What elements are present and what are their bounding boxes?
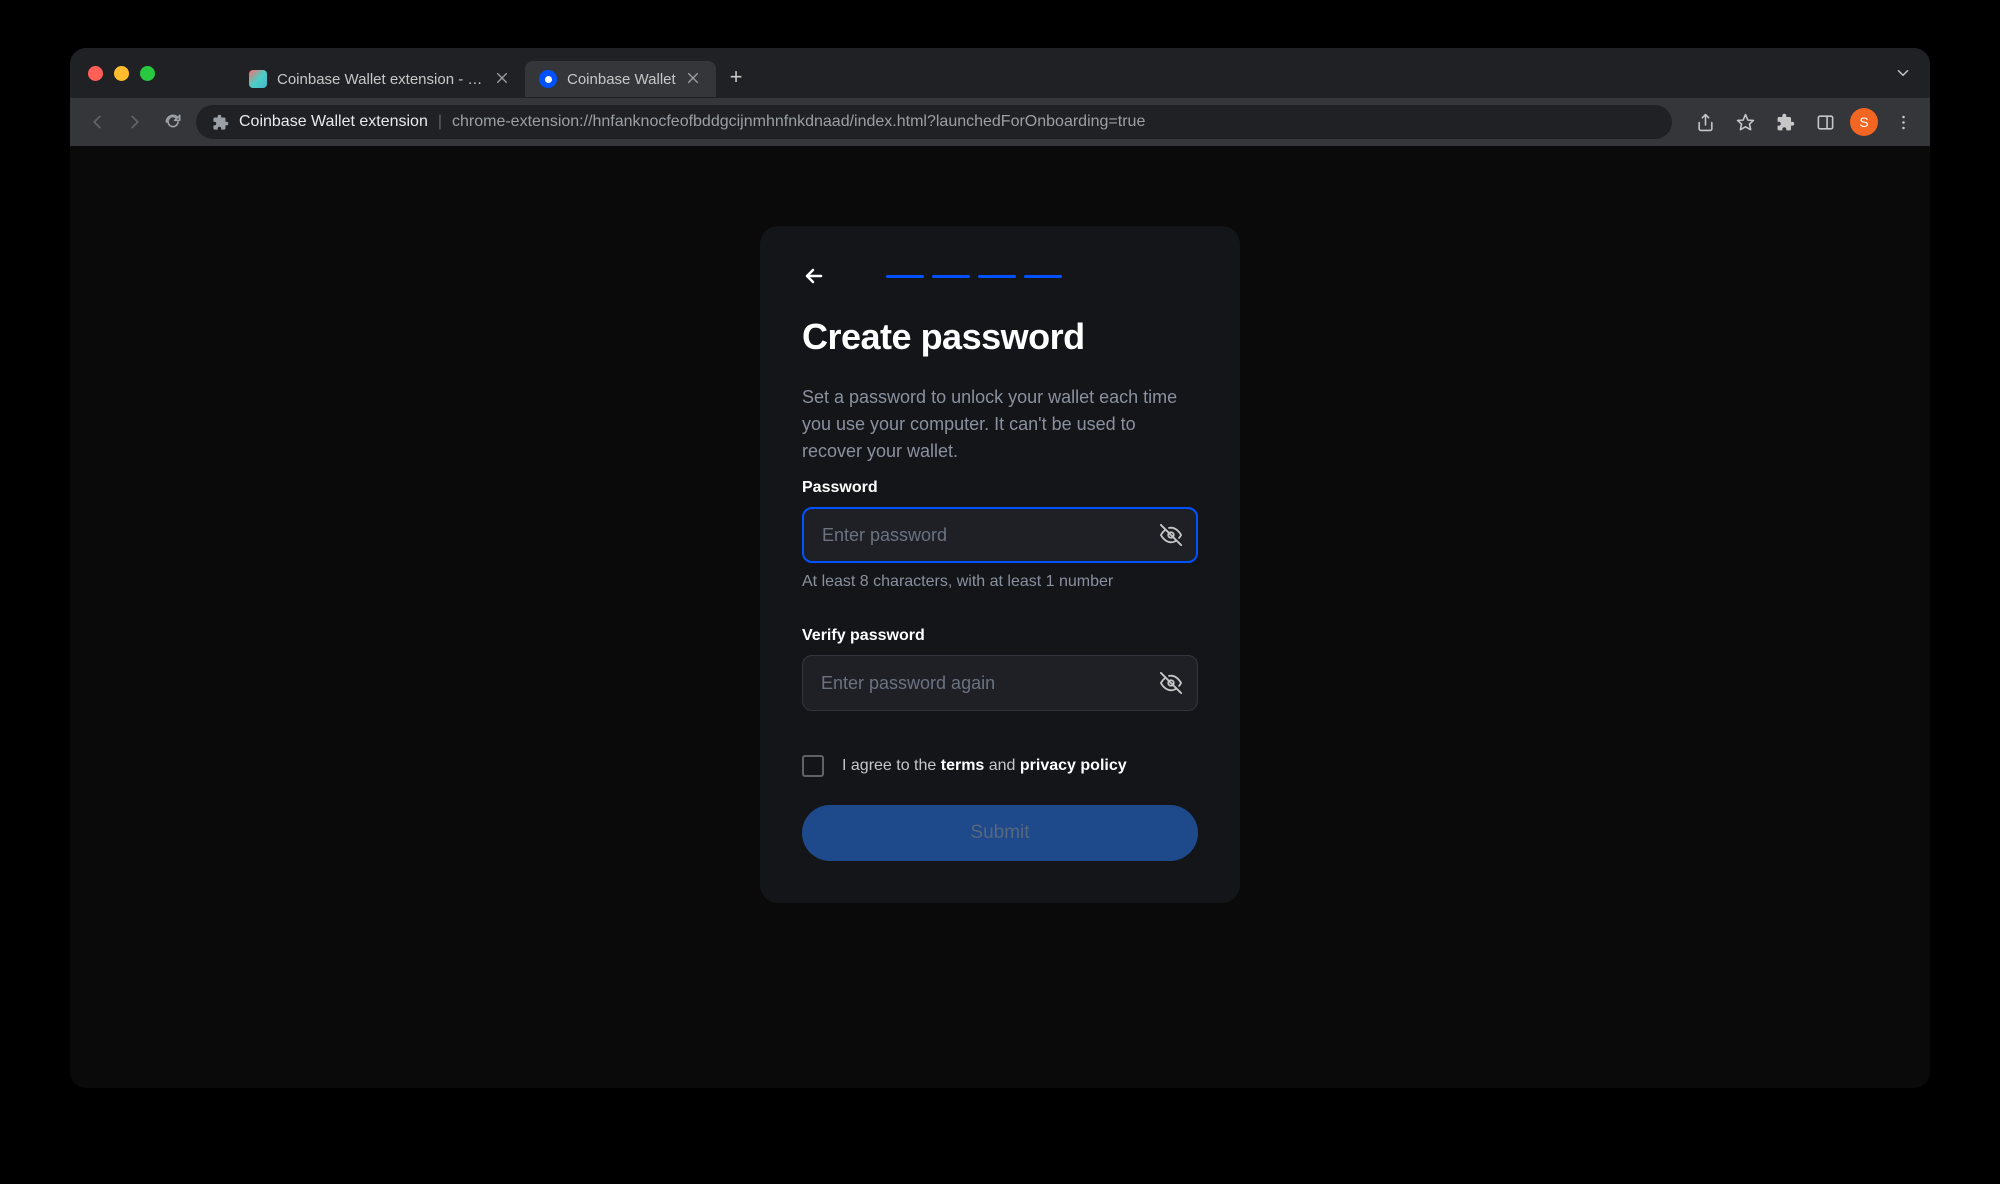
browser-tab-0[interactable]: Coinbase Wallet extension - Ch — [235, 61, 525, 97]
progress-indicator — [886, 275, 1062, 278]
window-maximize-button[interactable] — [140, 66, 155, 81]
titlebar: Coinbase Wallet extension - Ch Coinbase … — [70, 48, 1930, 98]
window-close-button[interactable] — [88, 66, 103, 81]
profile-avatar[interactable]: S — [1850, 108, 1878, 136]
extension-icon — [212, 114, 229, 131]
toolbar-right: S — [1680, 107, 1918, 137]
address-title: Coinbase Wallet extension — [239, 113, 428, 131]
privacy-link[interactable]: privacy policy — [1020, 757, 1127, 774]
progress-step — [932, 275, 970, 278]
page-title: Create password — [802, 316, 1198, 358]
progress-step — [886, 275, 924, 278]
tab-strip: Coinbase Wallet extension - Ch Coinbase … — [235, 48, 757, 98]
address-bar[interactable]: Coinbase Wallet extension | chrome-exten… — [196, 105, 1672, 139]
progress-step — [978, 275, 1016, 278]
page-content: Create password Set a password to unlock… — [70, 146, 1930, 1088]
browser-tab-1[interactable]: Coinbase Wallet — [525, 61, 716, 97]
password-hint: At least 8 characters, with at least 1 n… — [802, 573, 1198, 591]
agree-text: I agree to the terms and privacy policy — [842, 757, 1127, 775]
agree-mid: and — [984, 757, 1020, 774]
terms-link[interactable]: terms — [941, 757, 985, 774]
password-input-wrap — [802, 507, 1198, 563]
submit-button[interactable]: Submit — [802, 805, 1198, 861]
onboarding-card: Create password Set a password to unlock… — [760, 226, 1240, 903]
window-minimize-button[interactable] — [114, 66, 129, 81]
close-icon[interactable] — [495, 71, 511, 87]
progress-step — [1024, 275, 1062, 278]
agree-checkbox[interactable] — [802, 755, 824, 777]
verify-password-input[interactable] — [802, 655, 1198, 711]
reload-button[interactable] — [158, 107, 188, 137]
card-header — [802, 264, 1198, 288]
close-icon[interactable] — [686, 71, 702, 87]
toggle-visibility-button[interactable] — [1160, 672, 1182, 694]
verify-input-wrap — [802, 655, 1198, 711]
chrome-store-icon — [249, 70, 267, 88]
tab-title: Coinbase Wallet extension - Ch — [277, 71, 485, 88]
agree-row: I agree to the terms and privacy policy — [802, 755, 1198, 777]
coinbase-icon — [539, 70, 557, 88]
toolbar: Coinbase Wallet extension | chrome-exten… — [70, 98, 1930, 146]
browser-window: Coinbase Wallet extension - Ch Coinbase … — [70, 48, 1930, 1088]
back-button[interactable] — [82, 107, 112, 137]
toggle-visibility-button[interactable] — [1160, 524, 1182, 546]
address-url: chrome-extension://hnfanknocfeofbddgcijn… — [452, 113, 1145, 131]
page-description: Set a password to unlock your wallet eac… — [802, 384, 1198, 465]
tab-title: Coinbase Wallet — [567, 71, 676, 88]
back-arrow-button[interactable] — [802, 264, 826, 288]
side-panel-button[interactable] — [1810, 107, 1840, 137]
menu-button[interactable] — [1888, 107, 1918, 137]
extensions-button[interactable] — [1770, 107, 1800, 137]
password-label: Password — [802, 479, 1198, 497]
share-button[interactable] — [1690, 107, 1720, 137]
bookmark-button[interactable] — [1730, 107, 1760, 137]
agree-prefix: I agree to the — [842, 757, 941, 774]
verify-password-label: Verify password — [802, 627, 1198, 645]
new-tab-button[interactable]: + — [716, 64, 757, 90]
traffic-lights — [88, 66, 155, 81]
address-separator: | — [438, 113, 442, 131]
avatar-letter: S — [1859, 114, 1868, 130]
password-input[interactable] — [802, 507, 1198, 563]
tabs-dropdown-button[interactable] — [1894, 64, 1912, 82]
forward-button[interactable] — [120, 107, 150, 137]
